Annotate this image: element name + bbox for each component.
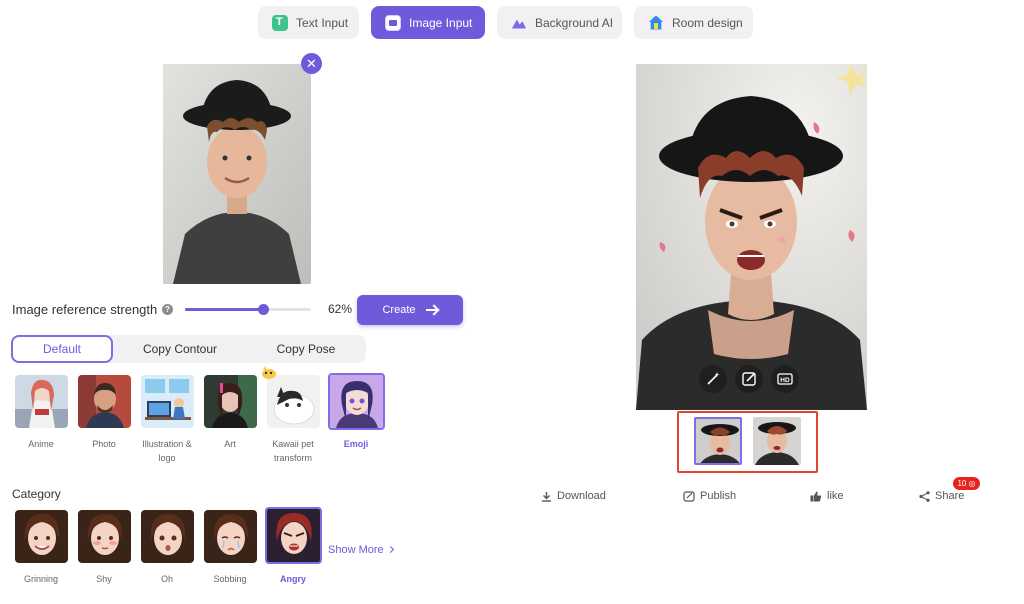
style-label: Illustration & logo [142, 439, 192, 463]
category-thumb-oh[interactable] [141, 510, 194, 563]
mode-copy-pose[interactable]: Copy Pose [251, 335, 361, 363]
category-label: Oh [160, 574, 173, 584]
magic-wand-button[interactable] [699, 365, 727, 393]
category-label: Shy [96, 574, 112, 584]
style-label: Art [224, 439, 236, 449]
tab-room-design[interactable]: Room design [634, 6, 753, 39]
category-thumb-grinning[interactable] [15, 510, 68, 563]
hd-label: HD [780, 377, 790, 384]
share-button[interactable]: Share [919, 490, 964, 502]
slider-fill [185, 308, 264, 311]
create-label: Create [382, 304, 416, 316]
category-thumb-angry[interactable] [265, 507, 322, 564]
category-label: Sobbing [213, 574, 247, 584]
result-thumb-1[interactable] [694, 417, 742, 465]
download-label: Download [557, 490, 606, 502]
tab-label: Image Input [409, 15, 473, 30]
style-label: Anime [28, 439, 54, 449]
style-thumb-art[interactable] [204, 375, 257, 428]
style-thumb-photo[interactable] [78, 375, 131, 428]
edit-button[interactable] [735, 365, 763, 393]
style-thumb-anime[interactable] [15, 375, 68, 428]
strength-value: 62% [328, 302, 353, 316]
tab-text-input[interactable]: Text Input [258, 6, 359, 39]
tab-label: Text Input [296, 15, 349, 30]
magic-wand-icon [707, 372, 720, 385]
close-icon: ✕ [306, 56, 317, 71]
share-reward-badge: 10 ◎ [953, 477, 980, 490]
style-label: Photo [92, 439, 116, 449]
arrow-right-icon [425, 309, 438, 311]
download-button[interactable]: Download [541, 490, 606, 502]
tab-label: Background AI [535, 15, 614, 30]
create-button[interactable]: Create [357, 295, 463, 325]
remove-image-button[interactable]: ✕ [301, 53, 322, 74]
edit-icon [742, 372, 756, 386]
style-label: Emoji [343, 439, 369, 449]
tab-image-input[interactable]: Image Input [371, 6, 485, 39]
house-icon [648, 15, 664, 31]
category-title: Category [12, 487, 61, 501]
publish-icon [683, 490, 695, 502]
text-icon [272, 14, 288, 31]
top-tab-bar: Text Input Image Input Background AI Roo… [0, 6, 1024, 40]
help-icon[interactable]: ? [162, 304, 173, 315]
category-thumb-sobbing[interactable] [204, 510, 257, 563]
show-more-link[interactable]: Show More [328, 544, 394, 556]
download-icon [542, 491, 551, 502]
share-icon [919, 490, 930, 502]
share-label: Share [935, 490, 965, 502]
publish-button[interactable]: Publish [683, 490, 736, 502]
result-thumb-2[interactable] [753, 417, 801, 465]
hd-icon: HD [777, 373, 793, 385]
mode-copy-contour[interactable]: Copy Contour [121, 335, 239, 363]
style-thumb-kawaii-pet[interactable] [267, 375, 320, 428]
thumbs-up-icon [810, 491, 822, 501]
style-thumb-illustration[interactable] [141, 375, 194, 428]
tab-label: Room design [672, 15, 743, 30]
strength-slider[interactable] [185, 304, 311, 315]
slider-thumb[interactable] [258, 304, 270, 315]
generated-image [636, 64, 867, 410]
mountain-icon [511, 15, 527, 31]
like-button[interactable]: like [810, 490, 844, 502]
strength-label: Image reference strength [12, 302, 158, 317]
category-thumb-shy[interactable] [78, 510, 131, 563]
kawaii-sticker-icon [261, 366, 277, 380]
mode-segmented-control: Default Copy Contour Copy Pose [11, 335, 366, 363]
like-label: like [827, 490, 844, 502]
show-more-label: Show More [328, 544, 384, 556]
image-icon [385, 14, 401, 31]
mode-default[interactable]: Default [11, 335, 113, 363]
hd-button[interactable]: HD [771, 365, 799, 393]
style-thumb-emoji[interactable] [328, 373, 385, 430]
chevron-right-icon [386, 545, 394, 554]
style-label: Kawaii pet transform [272, 439, 314, 463]
uploaded-image-preview [163, 64, 311, 284]
publish-label: Publish [700, 490, 737, 502]
category-label: Angry [279, 574, 306, 584]
tab-background-ai[interactable]: Background AI [497, 6, 622, 39]
category-label: Grinning [23, 574, 59, 584]
